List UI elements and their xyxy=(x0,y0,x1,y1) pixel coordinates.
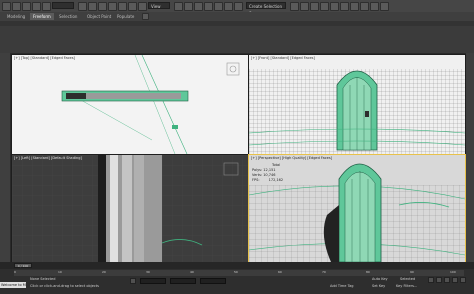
tab-selection[interactable]: Selection xyxy=(56,13,80,20)
undo-icon[interactable] xyxy=(2,2,11,11)
tick-0: 0 xyxy=(14,270,16,274)
keyboard-shortcut-icon[interactable] xyxy=(194,2,203,11)
tick-20: 20 xyxy=(102,270,106,274)
viewport-label-perspective[interactable]: [+] [Perspective] [High Quality] [Edged … xyxy=(251,156,332,160)
command-panel-strip xyxy=(466,53,474,262)
tab-object-paint[interactable]: Object Paint xyxy=(84,13,114,20)
viewport-front[interactable]: [+] [Front] [Standard] [Edged Faces] xyxy=(248,54,466,155)
angle-snap-icon[interactable] xyxy=(214,2,223,11)
redo-icon[interactable] xyxy=(12,2,21,11)
link-icon[interactable] xyxy=(22,2,31,11)
left-view-scene xyxy=(12,155,248,262)
move-icon[interactable] xyxy=(118,2,127,11)
rendered-frame-window-icon[interactable] xyxy=(370,2,379,11)
timeline-ruler: 0 10 20 30 40 50 60 70 80 90 100 xyxy=(14,270,464,276)
stats-fps-value: 172,162 xyxy=(268,178,284,182)
tick-90: 90 xyxy=(410,270,414,274)
auto-key-button[interactable]: Auto Key xyxy=(372,277,388,281)
graphite-toolbar-icon[interactable] xyxy=(320,2,329,11)
tab-freeform[interactable]: Freeform xyxy=(30,13,54,20)
curve-editor-icon[interactable] xyxy=(330,2,339,11)
align-icon[interactable] xyxy=(300,2,309,11)
next-frame-icon[interactable] xyxy=(452,277,458,283)
add-time-tag[interactable]: Add Time Tag xyxy=(330,284,354,288)
tick-50: 50 xyxy=(234,270,238,274)
selected-dropdown[interactable]: Selected xyxy=(400,277,415,281)
viewport-perspective[interactable]: [+] [Perspective] [High Quality] [Edged … xyxy=(248,154,466,263)
viewport-left[interactable]: [+] [Left] [Standard] [Default Shading] xyxy=(11,154,249,263)
selection-status: None Selected xyxy=(30,277,56,281)
scale-icon[interactable] xyxy=(138,2,147,11)
go-to-start-icon[interactable] xyxy=(428,277,434,283)
reference-coordinate-dropdown[interactable]: View xyxy=(148,2,170,9)
selection-filter-dropdown[interactable] xyxy=(52,2,74,9)
unlink-icon[interactable] xyxy=(32,2,41,11)
render-setup-icon[interactable] xyxy=(360,2,369,11)
tick-60: 60 xyxy=(278,270,282,274)
material-editor-icon[interactable] xyxy=(350,2,359,11)
x-coordinate-field[interactable] xyxy=(140,278,166,284)
select-object-icon[interactable] xyxy=(78,2,87,11)
spinner-snap-icon[interactable] xyxy=(234,2,243,11)
rectangle-selection-icon[interactable] xyxy=(98,2,107,11)
select-by-name-icon[interactable] xyxy=(88,2,97,11)
pivot-icon[interactable] xyxy=(174,2,183,11)
lock-selection-icon[interactable] xyxy=(130,278,136,284)
rotate-icon[interactable] xyxy=(128,2,137,11)
viewport-statistics: Total Polys: 12,151 Verts: 10,746 FPS: 1… xyxy=(252,163,283,183)
front-view-scene xyxy=(249,69,465,154)
tick-80: 80 xyxy=(366,270,370,274)
prompt-line: Click or click-and-drag to select object… xyxy=(30,284,99,288)
bind-space-warp-icon[interactable] xyxy=(42,2,51,11)
window-crossing-icon[interactable] xyxy=(108,2,117,11)
viewport-top[interactable]: [+] [Top] [Standard] [Edged Faces] xyxy=(11,54,249,155)
y-coordinate-field[interactable] xyxy=(170,278,196,284)
tick-40: 40 xyxy=(190,270,194,274)
ribbon-options-icon[interactable] xyxy=(142,13,149,20)
z-coordinate-field[interactable] xyxy=(200,278,226,284)
schematic-view-icon[interactable] xyxy=(340,2,349,11)
play-icon[interactable] xyxy=(444,277,450,283)
percent-snap-icon[interactable] xyxy=(224,2,233,11)
mirror-icon[interactable] xyxy=(290,2,299,11)
time-slider-thumb[interactable]: 0 / 100 xyxy=(14,263,32,268)
tick-70: 70 xyxy=(322,270,326,274)
tick-100: 100 xyxy=(450,270,456,274)
time-slider[interactable]: 0 / 100 xyxy=(0,262,474,269)
tab-populate[interactable]: Populate xyxy=(114,13,137,20)
select-manipulate-icon[interactable] xyxy=(184,2,193,11)
maxscript-listener[interactable]: Welcome to M xyxy=(0,282,26,288)
snaps-toggle-icon[interactable] xyxy=(204,2,213,11)
previous-frame-icon[interactable] xyxy=(436,277,442,283)
set-key-button[interactable]: Set Key xyxy=(372,284,385,288)
key-filters-button[interactable]: Key Filters... xyxy=(396,284,417,288)
top-view-scene xyxy=(61,55,240,154)
left-strip xyxy=(0,53,10,262)
go-to-end-icon[interactable] xyxy=(460,277,466,283)
tick-30: 30 xyxy=(146,270,150,274)
render-production-icon[interactable] xyxy=(380,2,389,11)
ribbon-panel xyxy=(0,26,474,54)
tick-10: 10 xyxy=(58,270,62,274)
tab-modeling[interactable]: Modeling xyxy=(4,13,28,20)
stats-fps-label: FPS: xyxy=(252,178,260,182)
named-selection-sets-dropdown[interactable]: Create Selection Se xyxy=(246,2,286,16)
layer-explorer-icon[interactable] xyxy=(310,2,319,11)
